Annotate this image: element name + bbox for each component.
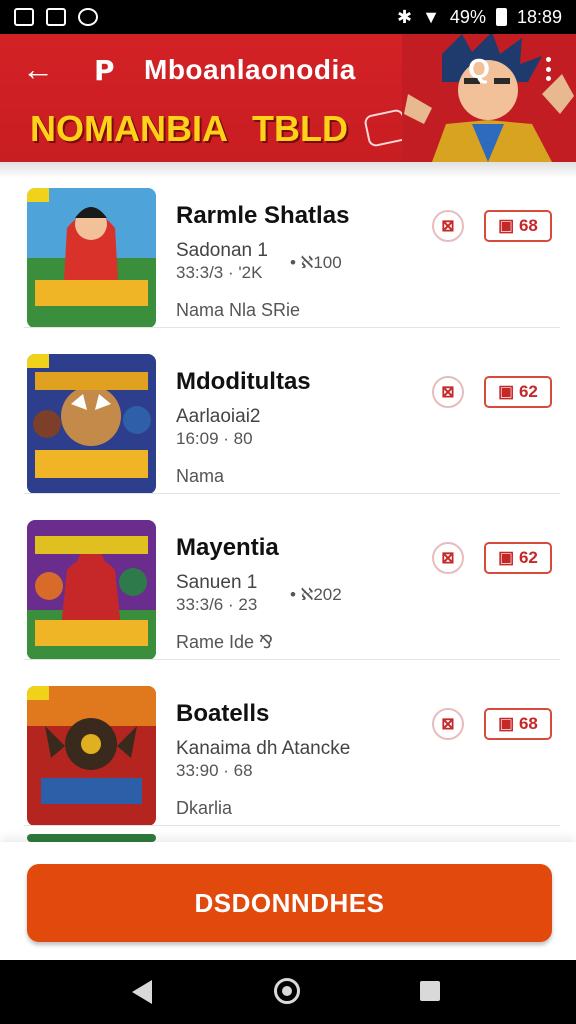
game-thumbnail	[27, 834, 156, 842]
battery-icon	[495, 8, 507, 26]
app-title: Mboanlaonodia	[144, 54, 356, 85]
app-logo: P	[94, 54, 115, 87]
item-extra: • ℵ100	[290, 253, 342, 272]
nav-recents-icon[interactable]	[420, 981, 440, 1001]
list-item[interactable]: Rarmle Shatlas Sadonan 1 33:3/3 · '2K • …	[0, 162, 576, 328]
item-description: Rame Ide ⅋	[176, 632, 274, 652]
game-thumbnail	[27, 520, 156, 660]
item-subtitle: Sanuen 1	[176, 572, 258, 593]
game-thumbnail	[27, 188, 156, 328]
item-title: Mayentia	[176, 534, 279, 561]
item-title: Boatells	[176, 700, 270, 727]
game-list: Rarmle Shatlas Sadonan 1 33:3/3 · '2K • …	[0, 162, 576, 842]
download-button[interactable]: ▣ 62	[484, 376, 552, 408]
download-button[interactable]: ▣ 62	[484, 542, 552, 574]
notification-icon	[46, 8, 66, 26]
item-description: Nama Nla SRie	[176, 300, 301, 320]
list-item	[0, 834, 576, 842]
download-icon: ▣	[498, 382, 519, 401]
banner-text-right: TBLD	[252, 108, 348, 149]
download-count: 68	[518, 714, 538, 733]
notification-icon	[78, 8, 98, 26]
game-thumbnail	[27, 354, 156, 494]
item-description: Dkarlia	[176, 798, 233, 818]
item-extra: • ℵ202	[290, 585, 342, 604]
download-count: 62	[518, 382, 538, 401]
download-count: 62	[518, 548, 538, 567]
bluetooth-icon: ✱	[397, 6, 413, 27]
download-icon: ▣	[498, 548, 519, 567]
item-meta: 16:09 · 80	[176, 429, 253, 448]
banner-text-left: NOMANBIA	[30, 108, 228, 149]
notification-icon	[14, 8, 34, 26]
item-subtitle: Aarlaoiai2	[176, 406, 261, 427]
list-item[interactable]: Boatells Kanaima dh Atancke 33:90 · 68 D…	[0, 660, 576, 826]
bottom-action-bar: DSDONNDHES	[0, 842, 576, 960]
bookmark-icon[interactable]: ⊠	[432, 210, 464, 242]
wifi-icon: ▼	[422, 6, 440, 27]
list-item[interactable]: Mayentia Sanuen 1 33:3/6 · 23 • ℵ202 Ram…	[0, 494, 576, 660]
primary-action-button[interactable]: DSDONNDHES	[27, 864, 552, 942]
item-meta: 33:3/3 · '2K	[176, 263, 263, 282]
download-button[interactable]: ▣ 68	[484, 708, 552, 740]
download-icon: ▣	[498, 216, 519, 235]
nav-home-icon[interactable]	[274, 978, 300, 1004]
bookmark-icon[interactable]: ⊠	[432, 708, 464, 740]
item-title: Mdoditultas	[176, 368, 311, 395]
bookmark-icon[interactable]: ⊠	[432, 542, 464, 574]
download-count: 68	[518, 216, 538, 235]
system-nav-bar	[0, 960, 576, 1024]
search-icon[interactable]: Q	[462, 52, 496, 86]
battery-percent: 49%	[449, 6, 486, 27]
download-button[interactable]: ▣ 68	[484, 210, 552, 242]
game-thumbnail	[27, 686, 156, 826]
status-bar: ✱ ▼ 49% 18:89	[0, 0, 576, 34]
item-subtitle: Kanaima dh Atancke	[176, 738, 351, 759]
item-meta: 33:90 · 68	[176, 761, 253, 780]
download-icon: ▣	[498, 714, 519, 733]
item-description: Nama	[176, 466, 225, 486]
nav-back-icon[interactable]	[132, 980, 152, 1004]
back-arrow-icon[interactable]: ←	[22, 52, 56, 86]
item-meta: 33:3/6 · 23	[176, 595, 258, 614]
more-vert-icon[interactable]	[540, 52, 556, 86]
item-subtitle: Sadonan 1	[176, 240, 268, 261]
item-title: Rarmle Shatlas	[176, 202, 350, 229]
list-item[interactable]: Mdoditultas Aarlaoiai2 16:09 · 80 Nama ⊠…	[0, 328, 576, 494]
clock: 18:89	[516, 6, 562, 27]
app-header: ← P Mboanlaonodia NOMANBIA TBLD Q	[0, 34, 576, 162]
bookmark-icon[interactable]: ⊠	[432, 376, 464, 408]
